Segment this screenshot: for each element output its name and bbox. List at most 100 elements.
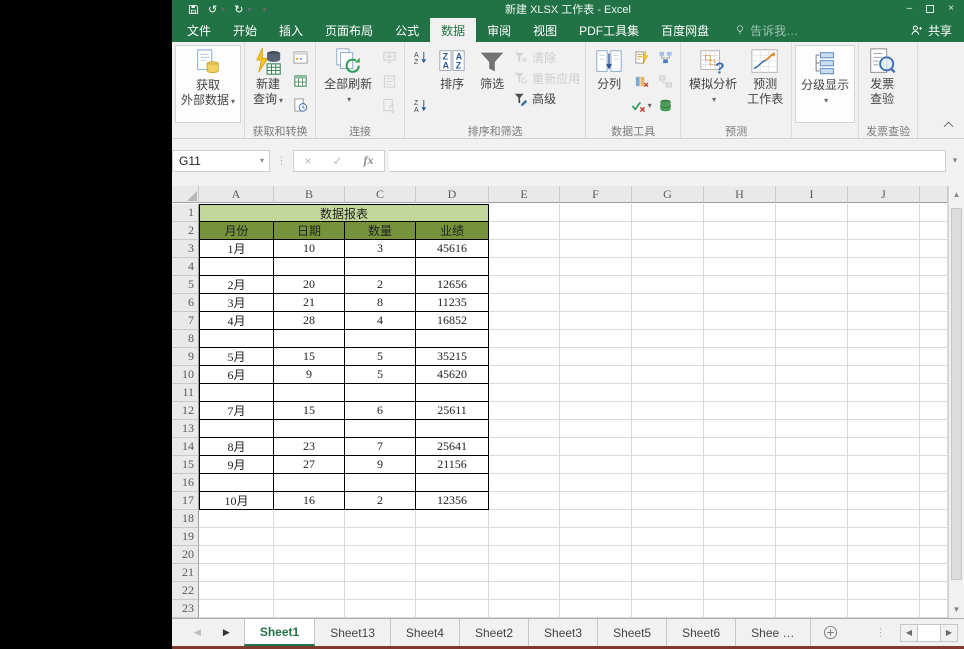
col-header-C[interactable]: C xyxy=(345,186,416,203)
cell-E17[interactable] xyxy=(489,492,560,510)
cell-G7[interactable] xyxy=(632,312,704,330)
cell-C13[interactable] xyxy=(345,420,416,438)
cell-G6[interactable] xyxy=(632,294,704,312)
cell-A19[interactable] xyxy=(199,528,274,546)
cell-F11[interactable] xyxy=(560,384,632,402)
row-header-12[interactable]: 12 xyxy=(172,402,199,420)
cell-A13[interactable] xyxy=(199,420,274,438)
cell-H23[interactable] xyxy=(704,600,776,618)
cell-F23[interactable] xyxy=(560,600,632,618)
cell-G16[interactable] xyxy=(632,474,704,492)
cell-E16[interactable] xyxy=(489,474,560,492)
sheet-tab-Sheet5[interactable]: Sheet5 xyxy=(598,619,668,646)
ribbon-tab-review[interactable]: 审阅 xyxy=(476,18,522,42)
cell-G19[interactable] xyxy=(632,528,704,546)
cell-J13[interactable] xyxy=(848,420,920,438)
cell-E18[interactable] xyxy=(489,510,560,528)
cell-A10[interactable]: 6月 xyxy=(199,366,274,384)
new-sheet-button[interactable] xyxy=(823,619,838,646)
cell-partial-8[interactable] xyxy=(920,330,948,348)
ribbon-tab-pdf-tools[interactable]: PDF工具集 xyxy=(568,18,650,42)
prev-sheet-icon[interactable]: ◀ xyxy=(194,627,201,638)
cell-H15[interactable] xyxy=(704,456,776,474)
cell-J18[interactable] xyxy=(848,510,920,528)
cell-H1[interactable] xyxy=(704,204,776,222)
cancel-icon[interactable]: × xyxy=(304,154,311,168)
consolidate-button[interactable] xyxy=(654,47,676,67)
cell-H2[interactable] xyxy=(704,222,776,240)
cell-F10[interactable] xyxy=(560,366,632,384)
sheet-tab-Sheet4[interactable]: Sheet4 xyxy=(391,619,460,646)
invoice-verify-button[interactable]: 发票 查验 xyxy=(862,45,902,123)
cell-J1[interactable] xyxy=(848,204,920,222)
row-header-13[interactable]: 13 xyxy=(172,420,199,438)
cell-G15[interactable] xyxy=(632,456,704,474)
cell-C12[interactable]: 6 xyxy=(345,402,416,420)
cell-G11[interactable] xyxy=(632,384,704,402)
cell-partial-3[interactable] xyxy=(920,240,948,258)
cell-B18[interactable] xyxy=(274,510,345,528)
cell-G1[interactable] xyxy=(632,204,704,222)
sheet-tab-Sheet3[interactable]: Sheet3 xyxy=(529,619,599,646)
cell-J9[interactable] xyxy=(848,348,920,366)
data-validation-button[interactable]: ▾ xyxy=(630,95,652,115)
cell-J16[interactable] xyxy=(848,474,920,492)
scroll-left-icon[interactable]: ◀ xyxy=(901,624,918,641)
cell-A16[interactable] xyxy=(199,474,274,492)
cell-I14[interactable] xyxy=(776,438,848,456)
cell-E2[interactable] xyxy=(489,222,560,240)
row-header-14[interactable]: 14 xyxy=(172,438,199,456)
vertical-scroll-thumb[interactable] xyxy=(951,208,962,580)
cell-partial-19[interactable] xyxy=(920,528,948,546)
cell-D3[interactable]: 45616 xyxy=(416,240,489,258)
cell-I23[interactable] xyxy=(776,600,848,618)
cell-J10[interactable] xyxy=(848,366,920,384)
cell-F19[interactable] xyxy=(560,528,632,546)
row-header-3[interactable]: 3 xyxy=(172,240,199,258)
cell-J11[interactable] xyxy=(848,384,920,402)
cell-J5[interactable] xyxy=(848,276,920,294)
cell-D20[interactable] xyxy=(416,546,489,564)
cell-partial-5[interactable] xyxy=(920,276,948,294)
cell-partial-22[interactable] xyxy=(920,582,948,600)
cell-H10[interactable] xyxy=(704,366,776,384)
advanced-filter-button[interactable]: 高级 xyxy=(514,90,580,107)
cell-D12[interactable]: 25611 xyxy=(416,402,489,420)
cell-G12[interactable] xyxy=(632,402,704,420)
cell-F8[interactable] xyxy=(560,330,632,348)
cell-A15[interactable]: 9月 xyxy=(199,456,274,474)
cell-I20[interactable] xyxy=(776,546,848,564)
cell-J21[interactable] xyxy=(848,564,920,582)
cell-E15[interactable] xyxy=(489,456,560,474)
cell-F2[interactable] xyxy=(560,222,632,240)
cell-I13[interactable] xyxy=(776,420,848,438)
sort-ascending-button[interactable]: AZ xyxy=(409,47,431,67)
cell-B4[interactable] xyxy=(274,258,345,276)
col-header-F[interactable]: F xyxy=(560,186,632,203)
cell-B16[interactable] xyxy=(274,474,345,492)
cell-B8[interactable] xyxy=(274,330,345,348)
cell-H18[interactable] xyxy=(704,510,776,528)
show-queries-button[interactable] xyxy=(289,47,311,67)
col-header-G[interactable]: G xyxy=(632,186,704,203)
cell-partial-16[interactable] xyxy=(920,474,948,492)
cell-I9[interactable] xyxy=(776,348,848,366)
cell-I16[interactable] xyxy=(776,474,848,492)
cell-C3[interactable]: 3 xyxy=(345,240,416,258)
cell-F9[interactable] xyxy=(560,348,632,366)
ribbon-tab-insert[interactable]: 插入 xyxy=(268,18,314,42)
cell-G8[interactable] xyxy=(632,330,704,348)
cell-B10[interactable]: 9 xyxy=(274,366,345,384)
ribbon-tab-page-layout[interactable]: 页面布局 xyxy=(314,18,384,42)
cell-H13[interactable] xyxy=(704,420,776,438)
from-table-button[interactable] xyxy=(289,71,311,91)
cell-A8[interactable] xyxy=(199,330,274,348)
cell-D13[interactable] xyxy=(416,420,489,438)
cell-G4[interactable] xyxy=(632,258,704,276)
customize-qat-button[interactable]: ▾ xyxy=(260,5,266,14)
row-header-7[interactable]: 7 xyxy=(172,312,199,330)
cell-J19[interactable] xyxy=(848,528,920,546)
cell-partial-13[interactable] xyxy=(920,420,948,438)
cell-G10[interactable] xyxy=(632,366,704,384)
cell-B20[interactable] xyxy=(274,546,345,564)
